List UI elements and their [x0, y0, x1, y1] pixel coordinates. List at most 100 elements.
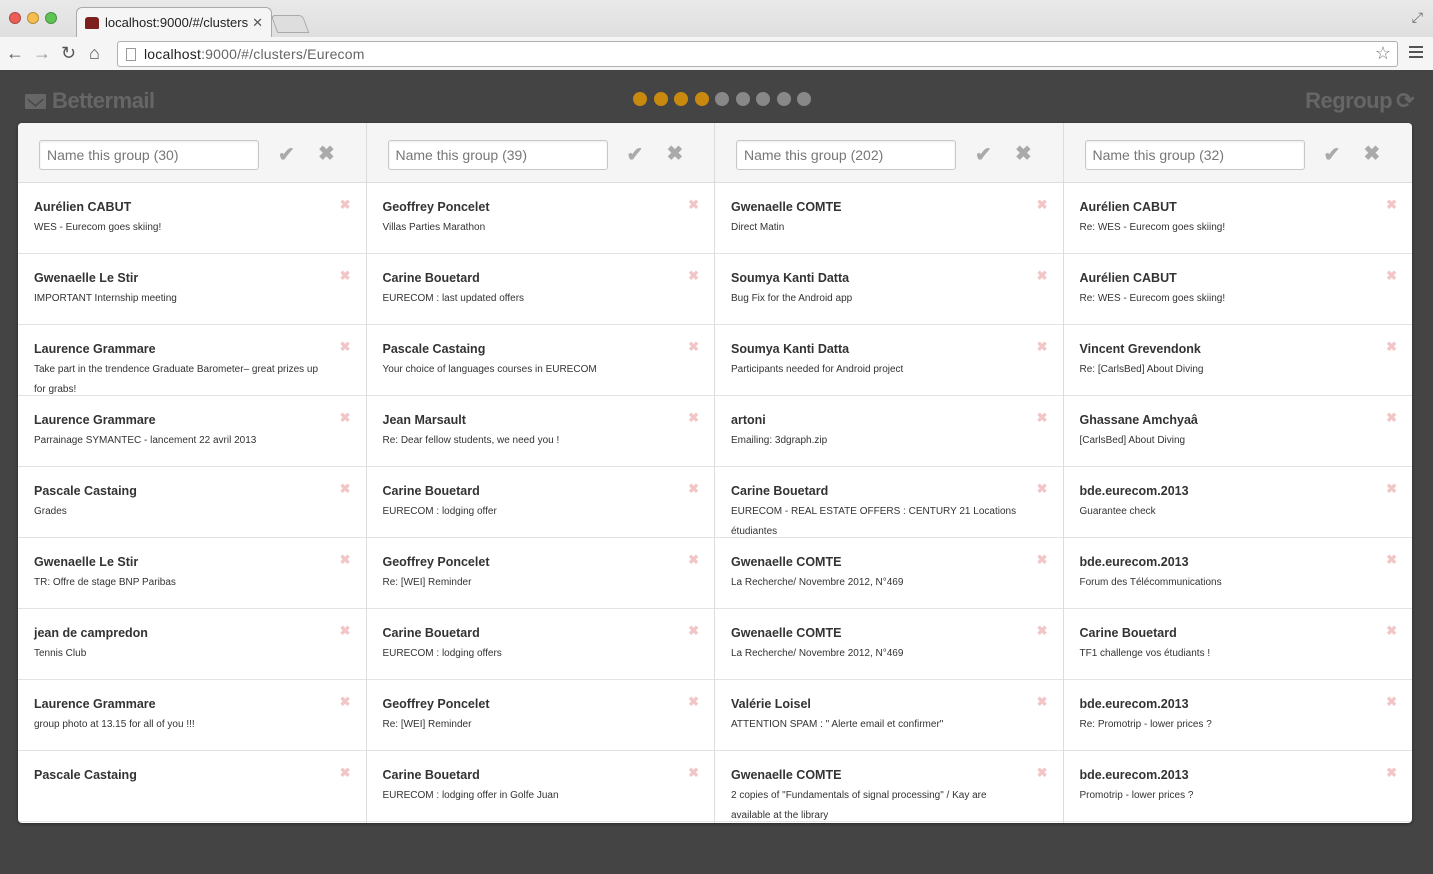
remove-mail-icon[interactable]: ✖: [1037, 623, 1048, 639]
remove-mail-icon[interactable]: ✖: [1386, 552, 1397, 568]
remove-mail-icon[interactable]: ✖: [1386, 197, 1397, 213]
remove-mail-icon[interactable]: ✖: [688, 410, 699, 426]
mail-item[interactable]: Pascale Castaing Grades ✖: [18, 467, 366, 538]
mail-item[interactable]: Jean Marsault Re: Dear fellow students, w…: [366, 396, 714, 467]
mail-item[interactable]: Carine Bouetard EURECOM : lodging offers ✖: [366, 609, 714, 680]
remove-mail-icon[interactable]: ✖: [1037, 268, 1048, 284]
remove-mail-icon[interactable]: ✖: [1386, 623, 1397, 639]
mail-item[interactable]: Carine Bouetard EURECOM : lodging offer i…: [366, 751, 714, 822]
mail-item[interactable]: Pascale Castaing Your choice of languages…: [366, 325, 714, 396]
mail-item[interactable]: Carine Bouetard EURECOM : lodging offer ✖: [366, 467, 714, 538]
remove-mail-icon[interactable]: ✖: [1386, 694, 1397, 710]
mail-item[interactable]: Geoffrey Poncelet Villas Parties Marathon…: [366, 183, 714, 254]
remove-mail-icon[interactable]: ✖: [1386, 410, 1397, 426]
fullscreen-icon[interactable]: ⤢: [1412, 9, 1423, 26]
mail-item[interactable]: Ghassane Amchyaâ [CarlsBed] About Diving ✖: [1063, 396, 1412, 467]
tab-close-icon[interactable]: ✕: [252, 15, 263, 31]
dismiss-x-icon[interactable]: ✖: [1015, 141, 1032, 166]
mail-item[interactable]: Aurélien CABUT Re: WES - Eurecom goes ski…: [1063, 254, 1412, 325]
close-window-button[interactable]: [9, 12, 21, 24]
mail-item[interactable]: artoni Emailing: 3dgraph.zip ✖: [715, 396, 1063, 467]
group-name-input[interactable]: [736, 140, 956, 170]
remove-mail-icon[interactable]: ✖: [1386, 765, 1397, 781]
mail-item[interactable]: Gwenaelle Le Stir TR: Offre de stage BNP …: [18, 538, 366, 609]
mail-item[interactable]: Geoffrey Poncelet Re: [WEI] Reminder ✖: [366, 680, 714, 751]
remove-mail-icon[interactable]: ✖: [340, 197, 351, 213]
remove-mail-icon[interactable]: ✖: [1037, 765, 1048, 781]
mail-item[interactable]: Gwenaelle COMTE Direct Matin ✖: [715, 183, 1063, 254]
remove-mail-icon[interactable]: ✖: [340, 623, 351, 639]
browser-tab[interactable]: localhost:9000/#/clusters/ ✕: [76, 7, 272, 37]
remove-mail-icon[interactable]: ✖: [340, 765, 351, 781]
remove-mail-icon[interactable]: ✖: [1037, 339, 1048, 355]
remove-mail-icon[interactable]: ✖: [688, 268, 699, 284]
remove-mail-icon[interactable]: ✖: [688, 481, 699, 497]
mail-item[interactable]: Aurélien CABUT Re: WES - Eurecom goes ski…: [1063, 183, 1412, 254]
mail-item[interactable]: Gwenaelle COMTE La Recherche/ Novembre 20…: [715, 538, 1063, 609]
address-bar[interactable]: localhost:9000/#/clusters/Eurecom ☆: [117, 41, 1398, 67]
mail-item[interactable]: Carine Bouetard TF1 challenge vos étudian…: [1063, 609, 1412, 680]
remove-mail-icon[interactable]: ✖: [1037, 552, 1048, 568]
confirm-check-icon[interactable]: ✔: [1324, 142, 1341, 167]
back-icon[interactable]: ←: [6, 43, 24, 63]
remove-mail-icon[interactable]: ✖: [688, 765, 699, 781]
confirm-check-icon[interactable]: ✔: [627, 142, 644, 167]
mail-item[interactable]: jean de campredon Tennis Club ✖: [18, 609, 366, 680]
dismiss-x-icon[interactable]: ✖: [318, 141, 335, 166]
remove-mail-icon[interactable]: ✖: [1386, 339, 1397, 355]
remove-mail-icon[interactable]: ✖: [340, 410, 351, 426]
minimize-window-button[interactable]: [27, 12, 39, 24]
remove-mail-icon[interactable]: ✖: [340, 339, 351, 355]
remove-mail-icon[interactable]: ✖: [1037, 197, 1048, 213]
group-name-input[interactable]: [39, 140, 259, 170]
mail-item[interactable]: bde.eurecom.2013 Guarantee check ✖: [1063, 467, 1412, 538]
mail-item[interactable]: Gwenaelle COMTE La Recherche/ Novembre 20…: [715, 609, 1063, 680]
mail-item[interactable]: Soumya Kanti Datta Participants needed fo…: [715, 325, 1063, 396]
remove-mail-icon[interactable]: ✖: [1037, 410, 1048, 426]
regroup-button[interactable]: Regroup ⟳: [1305, 88, 1414, 114]
zoom-window-button[interactable]: [45, 12, 57, 24]
mail-item[interactable]: bde.eurecom.2013 Promotrip - lower prices…: [1063, 751, 1412, 822]
remove-mail-icon[interactable]: ✖: [1386, 481, 1397, 497]
mail-item[interactable]: bde.eurecom.2013 Forum des Télécommunicat…: [1063, 538, 1412, 609]
mail-item[interactable]: Soumya Kanti Datta Bug Fix for the Androi…: [715, 254, 1063, 325]
remove-mail-icon[interactable]: ✖: [688, 552, 699, 568]
mail-item[interactable]: bde.eurecom.2013 Re: Promotrip - lower pr…: [1063, 680, 1412, 751]
mail-item[interactable]: Vincent Grevendonk Re: [CarlsBed] About D…: [1063, 325, 1412, 396]
mail-item[interactable]: Laurence Grammare Take part in the trende…: [18, 325, 366, 396]
mail-item[interactable]: Aurélien CABUT WES - Eurecom goes skiing!…: [18, 183, 366, 254]
home-icon[interactable]: ⌂: [89, 43, 100, 63]
remove-mail-icon[interactable]: ✖: [688, 623, 699, 639]
browser-menu-icon[interactable]: [1409, 46, 1423, 58]
remove-mail-icon[interactable]: ✖: [340, 552, 351, 568]
remove-mail-icon[interactable]: ✖: [340, 694, 351, 710]
app-logo[interactable]: Bettermail: [25, 88, 155, 114]
dismiss-x-icon[interactable]: ✖: [667, 141, 684, 166]
mail-item[interactable]: Gwenaelle COMTE 2 copies of "Fundamentals…: [715, 751, 1063, 822]
mail-item[interactable]: Geoffrey Poncelet Re: [WEI] Reminder ✖: [366, 538, 714, 609]
remove-mail-icon[interactable]: ✖: [340, 481, 351, 497]
confirm-check-icon[interactable]: ✔: [975, 142, 992, 167]
mail-item[interactable]: Laurence Grammare group photo at 13.15 fo…: [18, 680, 366, 751]
new-tab-button[interactable]: [270, 15, 310, 33]
dismiss-x-icon[interactable]: ✖: [1364, 141, 1381, 166]
mail-item[interactable]: Carine Bouetard EURECOM - REAL ESTATE OFF…: [715, 467, 1063, 538]
remove-mail-icon[interactable]: ✖: [1037, 481, 1048, 497]
remove-mail-icon[interactable]: ✖: [688, 197, 699, 213]
mail-item[interactable]: Carine Bouetard EURECOM : last updated of…: [366, 254, 714, 325]
remove-mail-icon[interactable]: ✖: [1037, 694, 1048, 710]
reload-icon[interactable]: ↻: [61, 43, 76, 63]
mail-item[interactable]: Valérie Loisel ATTENTION SPAM : " Alerte …: [715, 680, 1063, 751]
mail-item[interactable]: Gwenaelle Le Stir IMPORTANT Internship me…: [18, 254, 366, 325]
remove-mail-icon[interactable]: ✖: [340, 268, 351, 284]
confirm-check-icon[interactable]: ✔: [278, 142, 295, 167]
bookmark-star-icon[interactable]: ☆: [1375, 43, 1391, 64]
remove-mail-icon[interactable]: ✖: [688, 694, 699, 710]
remove-mail-icon[interactable]: ✖: [1386, 268, 1397, 284]
mail-item[interactable]: Pascale Castaing ✖: [18, 751, 366, 822]
mail-item[interactable]: Laurence Grammare Parrainage SYMANTEC - l…: [18, 396, 366, 467]
group-name-input[interactable]: [387, 140, 608, 170]
group-name-input[interactable]: [1084, 140, 1305, 170]
forward-icon[interactable]: →: [33, 43, 51, 63]
remove-mail-icon[interactable]: ✖: [688, 339, 699, 355]
